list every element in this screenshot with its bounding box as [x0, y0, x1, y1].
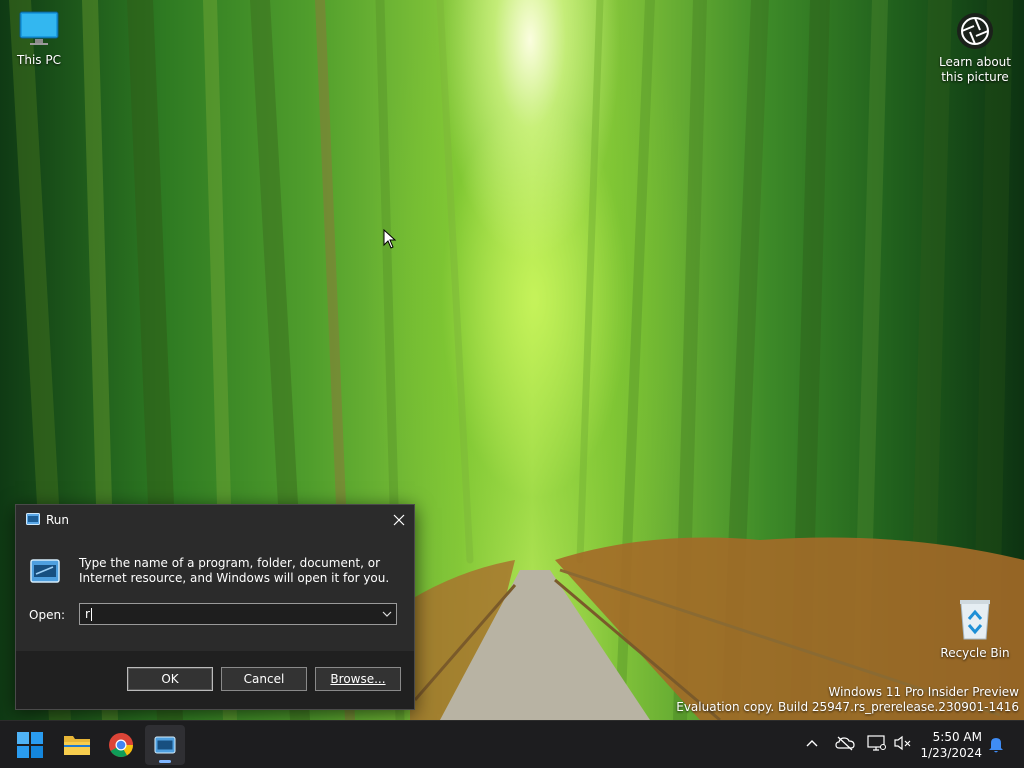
run-dialog[interactable]: Run Type the name of a program, folder, …: [15, 504, 415, 710]
watermark-edition: Windows 11 Pro Insider Preview: [828, 685, 1019, 699]
camera-lens-icon: [957, 13, 993, 49]
run-icon: [26, 513, 40, 525]
cancel-button[interactable]: Cancel: [221, 667, 307, 691]
desktop[interactable]: This PC Learn about this picture Recycle…: [0, 0, 1024, 720]
taskbar-chrome[interactable]: [101, 725, 141, 765]
open-combobox[interactable]: r: [79, 603, 397, 625]
run-icon: [154, 736, 176, 754]
this-pc-desktop-icon[interactable]: This PC: [1, 10, 77, 68]
ok-button[interactable]: OK: [127, 667, 213, 691]
windows-start-icon: [17, 732, 43, 758]
chevron-up-icon[interactable]: [805, 737, 819, 751]
run-description: Type the name of a program, folder, docu…: [79, 556, 390, 585]
clock-date: 1/23/2024: [920, 746, 982, 760]
start-button[interactable]: [10, 725, 50, 765]
close-button[interactable]: [384, 505, 414, 535]
recycle-bin-icon: [960, 600, 990, 640]
active-app-indicator: [159, 760, 171, 763]
folder-icon: [64, 736, 90, 755]
run-dialog-titlebar[interactable]: Run: [16, 505, 414, 535]
open-input-value[interactable]: r: [85, 607, 90, 621]
recycle-bin-label: Recycle Bin: [940, 646, 1010, 660]
recycle-bin-desktop-icon[interactable]: Recycle Bin: [937, 597, 1013, 661]
learn-about-picture-desktop-icon[interactable]: Learn about this picture: [937, 12, 1013, 85]
mouse-cursor-icon: [383, 229, 397, 249]
learn-about-picture-label: Learn about this picture: [939, 55, 1011, 84]
taskbar: 5:50 AM 1/23/2024: [0, 720, 1024, 768]
notification-bell-icon[interactable]: [988, 736, 1004, 754]
this-pc-label: This PC: [17, 53, 61, 67]
open-label: Open:: [29, 608, 66, 622]
taskbar-file-explorer[interactable]: [57, 725, 97, 765]
clock-time: 5:50 AM: [932, 730, 982, 744]
volume-muted-icon[interactable]: [894, 735, 912, 751]
windows-evaluation-watermark: Windows 11 Pro Insider Preview Evaluatio…: [676, 685, 1019, 715]
onedrive-icon[interactable]: [835, 735, 855, 751]
run-dialog-title: Run: [46, 513, 70, 527]
chevron-down-icon[interactable]: [381, 608, 393, 620]
taskbar-run[interactable]: [145, 725, 185, 765]
text-caret: [91, 608, 92, 621]
monitor-icon: [19, 11, 59, 45]
run-large-icon: [30, 559, 60, 583]
taskbar-clock[interactable]: 5:50 AM 1/23/2024: [920, 729, 982, 761]
network-icon[interactable]: [867, 735, 887, 751]
close-icon: [393, 514, 405, 526]
browse-button[interactable]: Browse...: [315, 667, 401, 691]
watermark-build: Evaluation copy. Build 25947.rs_prerelea…: [676, 700, 1019, 714]
chrome-icon: [109, 733, 133, 758]
